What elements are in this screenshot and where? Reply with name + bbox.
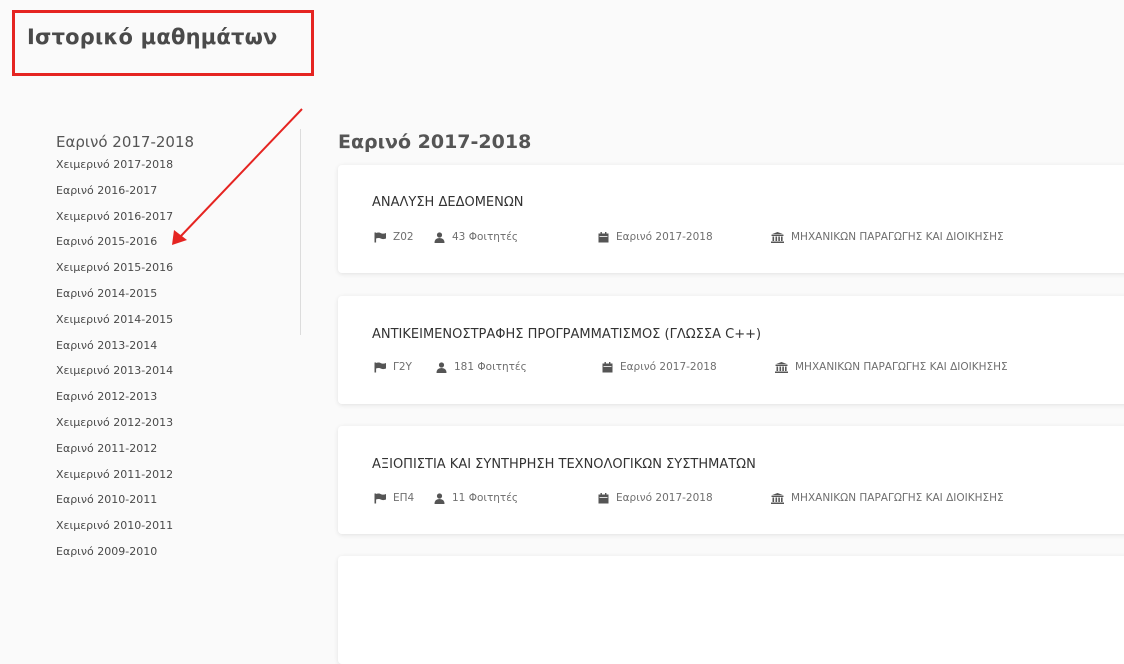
course-students-text: 11 Φοιτητές xyxy=(452,492,519,504)
sidebar-item[interactable]: Χειμερινό 2013-2014 xyxy=(56,358,301,384)
course-term: Εαρινό 2017-2018 xyxy=(598,231,713,243)
sidebar-item[interactable]: Εαρινό 2012-2013 xyxy=(56,384,301,410)
course-title[interactable]: ΑΝΑΛΥΣΗ ΔΕΔΟΜΕΝΩΝ xyxy=(372,195,524,210)
course-room: ΕΠ4 xyxy=(374,492,414,504)
course-room-text: Γ2Υ xyxy=(393,361,412,373)
semester-sidebar: Εαρινό 2017-2018 Χειμερινό 2017-2018 Εαρ… xyxy=(56,132,301,565)
sidebar-item[interactable]: Χειμερινό 2011-2012 xyxy=(56,462,301,488)
course-students: 11 Φοιτητές xyxy=(434,492,518,504)
page-title: Ιστορικό μαθημάτων xyxy=(27,25,278,49)
sidebar-item[interactable]: Εαρινό 2010-2011 xyxy=(56,487,301,513)
semester-list: Χειμερινό 2017-2018 Εαρινό 2016-2017 Χει… xyxy=(56,152,301,565)
course-department: ΜΗΧΑΝΙΚΩΝ ΠΑΡΑΓΩΓΗΣ ΚΑΙ ΔΙΟΙΚΗΣΗΣ xyxy=(771,492,1004,504)
course-room-text: ΕΠ4 xyxy=(393,492,415,504)
institution-icon xyxy=(771,231,784,243)
calendar-icon xyxy=(598,231,609,242)
sidebar-item[interactable]: Εαρινό 2011-2012 xyxy=(56,436,301,462)
sidebar-item[interactable]: Χειμερινό 2014-2015 xyxy=(56,307,301,333)
flag-icon xyxy=(374,232,386,242)
flag-icon xyxy=(374,493,386,503)
course-students-text: 181 Φοιτητές xyxy=(454,361,527,373)
sidebar-item[interactable]: Εαρινό 2009-2010 xyxy=(56,539,301,565)
course-title[interactable]: ΑΝΤΙΚΕΙΜΕΝΟΣΤΡΑΦΗΣ ΠΡΟΓΡΑΜΜΑΤΙΣΜΟΣ (ΓΛΩΣ… xyxy=(372,327,761,342)
course-card[interactable]: ΑΝΑΛΥΣΗ ΔΕΔΟΜΕΝΩΝ Ζ02 43 Φοιτητές Εαρινό… xyxy=(338,165,1124,273)
course-students: 43 Φοιτητές xyxy=(434,231,518,243)
sidebar-item[interactable]: Εαρινό 2013-2014 xyxy=(56,333,301,359)
sidebar-item[interactable]: Εαρινό 2015-2016 xyxy=(56,229,301,255)
course-students: 181 Φοιτητές xyxy=(436,361,527,373)
course-room: Ζ02 xyxy=(374,231,414,243)
course-term: Εαρινό 2017-2018 xyxy=(602,361,717,373)
course-card[interactable]: ΑΞΙΟΠΙΣΤΙΑ ΚΑΙ ΣΥΝΤΗΡΗΣΗ ΤΕΧΝΟΛΟΓΙΚΩΝ ΣΥ… xyxy=(338,426,1124,534)
sidebar-item[interactable]: Χειμερινό 2015-2016 xyxy=(56,255,301,281)
sidebar-item[interactable]: Χειμερινό 2012-2013 xyxy=(56,410,301,436)
sidebar-item[interactable]: Χειμερινό 2017-2018 xyxy=(56,152,301,178)
semester-heading: Εαρινό 2017-2018 xyxy=(338,131,532,153)
user-icon xyxy=(436,361,447,373)
course-term-text: Εαρινό 2017-2018 xyxy=(616,492,713,504)
course-department-text: ΜΗΧΑΝΙΚΩΝ ΠΑΡΑΓΩΓΗΣ ΚΑΙ ΔΙΟΙΚΗΣΗΣ xyxy=(791,492,1004,504)
sidebar-item[interactable]: Εαρινό 2016-2017 xyxy=(56,178,301,204)
course-title[interactable]: ΑΞΙΟΠΙΣΤΙΑ ΚΑΙ ΣΥΝΤΗΡΗΣΗ ΤΕΧΝΟΛΟΓΙΚΩΝ ΣΥ… xyxy=(372,457,756,472)
sidebar-divider xyxy=(300,129,301,335)
user-icon xyxy=(434,231,445,243)
sidebar-item-active[interactable]: Εαρινό 2017-2018 xyxy=(56,132,301,152)
course-term-text: Εαρινό 2017-2018 xyxy=(620,361,717,373)
institution-icon xyxy=(775,361,788,373)
course-card[interactable]: ΑΝΤΙΚΕΙΜΕΝΟΣΤΡΑΦΗΣ ΠΡΟΓΡΑΜΜΑΤΙΣΜΟΣ (ΓΛΩΣ… xyxy=(338,296,1124,404)
course-department-text: ΜΗΧΑΝΙΚΩΝ ΠΑΡΑΓΩΓΗΣ ΚΑΙ ΔΙΟΙΚΗΣΗΣ xyxy=(791,231,1004,243)
course-department: ΜΗΧΑΝΙΚΩΝ ΠΑΡΑΓΩΓΗΣ ΚΑΙ ΔΙΟΙΚΗΣΗΣ xyxy=(771,231,1004,243)
course-card[interactable] xyxy=(338,556,1124,664)
flag-icon xyxy=(374,362,386,372)
calendar-icon xyxy=(598,492,609,503)
course-students-text: 43 Φοιτητές xyxy=(452,231,519,243)
sidebar-item[interactable]: Χειμερινό 2010-2011 xyxy=(56,513,301,539)
course-room-text: Ζ02 xyxy=(393,231,414,243)
sidebar-item[interactable]: Εαρινό 2014-2015 xyxy=(56,281,301,307)
course-room: Γ2Υ xyxy=(374,361,412,373)
course-department: ΜΗΧΑΝΙΚΩΝ ΠΑΡΑΓΩΓΗΣ ΚΑΙ ΔΙΟΙΚΗΣΗΣ xyxy=(775,361,1008,373)
calendar-icon xyxy=(602,361,613,372)
user-icon xyxy=(434,492,445,504)
course-term-text: Εαρινό 2017-2018 xyxy=(616,231,713,243)
course-term: Εαρινό 2017-2018 xyxy=(598,492,713,504)
course-department-text: ΜΗΧΑΝΙΚΩΝ ΠΑΡΑΓΩΓΗΣ ΚΑΙ ΔΙΟΙΚΗΣΗΣ xyxy=(795,361,1008,373)
institution-icon xyxy=(771,492,784,504)
sidebar-item[interactable]: Χειμερινό 2016-2017 xyxy=(56,204,301,230)
